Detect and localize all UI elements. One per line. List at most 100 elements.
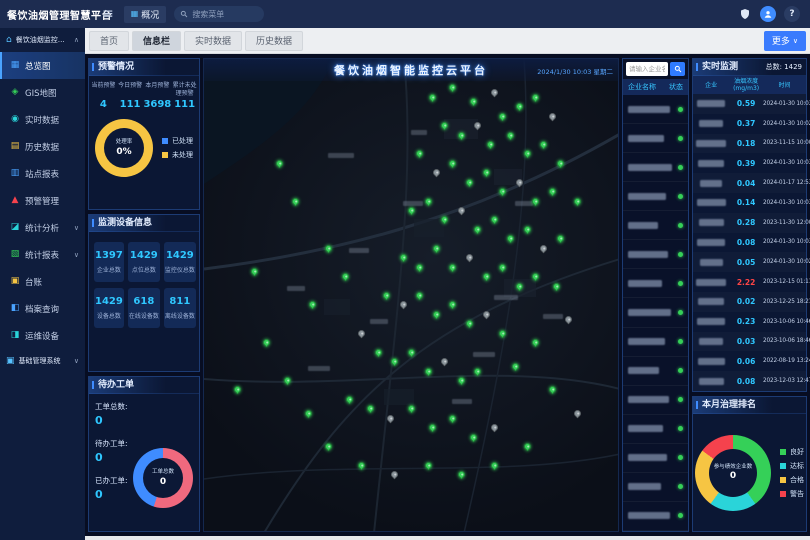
sidebar-item-dashboard[interactable]: ▦总览图 <box>0 52 85 79</box>
device-stat-value: 1429 <box>165 250 195 261</box>
tab-3[interactable]: 历史数据 <box>245 31 303 51</box>
tab-1[interactable]: 信息栏 <box>132 31 181 51</box>
sidebar-item-label: 站点报表 <box>25 168 59 180</box>
realtime-row[interactable]: 0.142024-01-30 10:03 <box>693 193 806 213</box>
company-row[interactable] <box>623 502 688 531</box>
warning-stat: 累计未处理预警111 <box>171 82 198 110</box>
company-row[interactable] <box>623 95 688 124</box>
realtime-row[interactable]: 0.592024-01-30 10:03 <box>693 94 806 114</box>
device-stat: 811离线设备数 <box>164 288 196 328</box>
company-row[interactable] <box>623 240 688 269</box>
realtime-row[interactable]: 0.062022-08-19 13:24 <box>693 351 806 371</box>
realtime-row[interactable]: 0.282023-11-30 12:00 <box>693 213 806 233</box>
realtime-row[interactable]: 0.082024-01-30 10:03 <box>693 233 806 253</box>
realtime-row[interactable]: 0.082023-12-03 12:47 <box>693 371 806 391</box>
header-search[interactable] <box>174 6 264 22</box>
more-button-label: 更多 <box>772 34 790 47</box>
realtime-row[interactable]: 0.052024-01-30 10:02 <box>693 252 806 272</box>
realtime-row[interactable]: 0.042024-01-17 12:53 <box>693 173 806 193</box>
company-row[interactable] <box>623 444 688 473</box>
company-name-redacted <box>699 120 723 127</box>
search-input[interactable] <box>192 10 258 19</box>
company-name-redacted <box>699 378 724 385</box>
legend-label: 良好 <box>790 447 804 457</box>
tab-0[interactable]: 首页 <box>89 31 129 51</box>
sidebar-group-base[interactable]: ▣ 基础管理系统 ∨ <box>0 349 85 373</box>
realtime-header-cell: 时间 <box>763 82 806 89</box>
realtime-row[interactable]: 0.032023-10-06 18:46 <box>693 332 806 352</box>
realtime-row[interactable]: 0.022023-12-25 18:21 <box>693 292 806 312</box>
more-button[interactable]: 更多 ∨ <box>764 31 806 51</box>
sidebar-item-report[interactable]: ▥ 站点报表 <box>0 160 85 187</box>
sidebar-item-chart[interactable]: ▧统计报表∨ <box>0 241 85 268</box>
company-row[interactable] <box>623 415 688 444</box>
company-row[interactable] <box>623 182 688 211</box>
company-row[interactable] <box>623 124 688 153</box>
status-dot <box>678 455 683 460</box>
map-label-redacted <box>452 399 472 404</box>
sidebar-item-realtime[interactable]: ◉实时数据 <box>0 106 85 133</box>
realtime-company-redacted <box>693 358 729 365</box>
company-row[interactable] <box>623 269 688 298</box>
company-search-input[interactable] <box>626 62 668 76</box>
realtime-row[interactable]: 0.372024-01-30 10:02 <box>693 114 806 134</box>
tab-list: 首页信息栏实时数据历史数据 <box>89 31 303 51</box>
nav-overview[interactable]: ▦ 概况 <box>124 6 167 23</box>
legend-label: 未处理 <box>172 150 193 160</box>
company-header-cell: 企业名称 <box>628 82 656 92</box>
company-row[interactable] <box>623 211 688 240</box>
tab-2[interactable]: 实时数据 <box>184 31 242 51</box>
company-name-redacted <box>628 512 670 519</box>
company-search-button[interactable] <box>670 62 685 76</box>
status-dot <box>678 339 683 344</box>
sidebar-item-history[interactable]: ▤历史数据 <box>0 133 85 160</box>
concentration-value: 0.23 <box>729 317 763 326</box>
chevron-down-icon: ∨ <box>74 224 79 232</box>
menu-toggle-icon[interactable]: ≡ <box>102 7 114 21</box>
sidebar-item-analysis[interactable]: ◪统计分析∨ <box>0 214 85 241</box>
sidebar-item-label: 实时数据 <box>25 114 59 126</box>
sidebar-item-label: 运维设备 <box>25 330 59 342</box>
realtime-row[interactable]: 0.392024-01-30 10:03 <box>693 153 806 173</box>
company-row[interactable] <box>623 357 688 386</box>
concentration-value: 0.08 <box>729 377 763 386</box>
concentration-value: 0.59 <box>729 99 763 108</box>
dashboard: 预警情况 当前预警4今日预警111本月预警3698累计未处理预警111 处理率 … <box>85 54 810 536</box>
legend-label: 警告 <box>790 489 804 499</box>
company-row[interactable] <box>623 328 688 357</box>
chart-icon: ▧ <box>10 250 20 259</box>
sidebar-group-monitor[interactable]: ⌂ 餐饮油烟监控管理系统 ∧ <box>0 28 85 52</box>
realtime-row[interactable]: 2.222023-12-15 01:11 <box>693 272 806 292</box>
realtime-company-redacted <box>693 259 729 266</box>
help-button[interactable]: ? <box>784 6 800 22</box>
workorder-stat-label: 工单总数: <box>95 401 133 412</box>
device-panel-title: 监测设备信息 <box>89 215 199 232</box>
company-name-redacted <box>628 251 668 258</box>
company-row[interactable] <box>623 473 688 502</box>
realtime-row[interactable]: 0.182023-11-15 10:00 <box>693 134 806 154</box>
company-name-redacted <box>628 454 667 461</box>
sidebar-item-map[interactable]: ◈GIS地图 <box>0 79 85 106</box>
avatar[interactable] <box>760 6 776 22</box>
map[interactable]: 餐饮油烟智能监控云平台 2024/1/30 10:03 星期二 <box>203 58 619 532</box>
realtime-row[interactable]: 0.232023-10-06 10:46 <box>693 312 806 332</box>
company-row[interactable] <box>623 386 688 415</box>
map-label-redacted <box>287 286 305 291</box>
legend-swatch <box>780 449 786 455</box>
sidebar-item-archive[interactable]: ◧档案查询 <box>0 295 85 322</box>
badge-button[interactable] <box>737 7 752 22</box>
workorder-stat-value: 0 <box>95 451 133 464</box>
map-label-redacted <box>515 201 533 206</box>
report-icon: ▥ <box>10 169 20 178</box>
timestamp: 2023-11-15 10:00 <box>763 140 806 146</box>
sidebar-item-device[interactable]: ◨运维设备 <box>0 322 85 349</box>
device-stat-label: 设备总数 <box>95 311 123 320</box>
realtime-header-cell: 油烟浓度(mg/m3) <box>729 78 763 92</box>
company-row[interactable] <box>623 153 688 182</box>
warning-stat-label: 本月预警 <box>143 82 171 97</box>
sidebar-item-alert[interactable]: ▲预警管理 <box>0 187 85 214</box>
company-row[interactable] <box>623 298 688 327</box>
map-banner: 餐饮油烟智能监控云平台 2024/1/30 10:03 星期二 <box>204 59 618 81</box>
sidebar-item-ledger[interactable]: ▣台账 <box>0 268 85 295</box>
company-name-redacted <box>628 222 658 229</box>
